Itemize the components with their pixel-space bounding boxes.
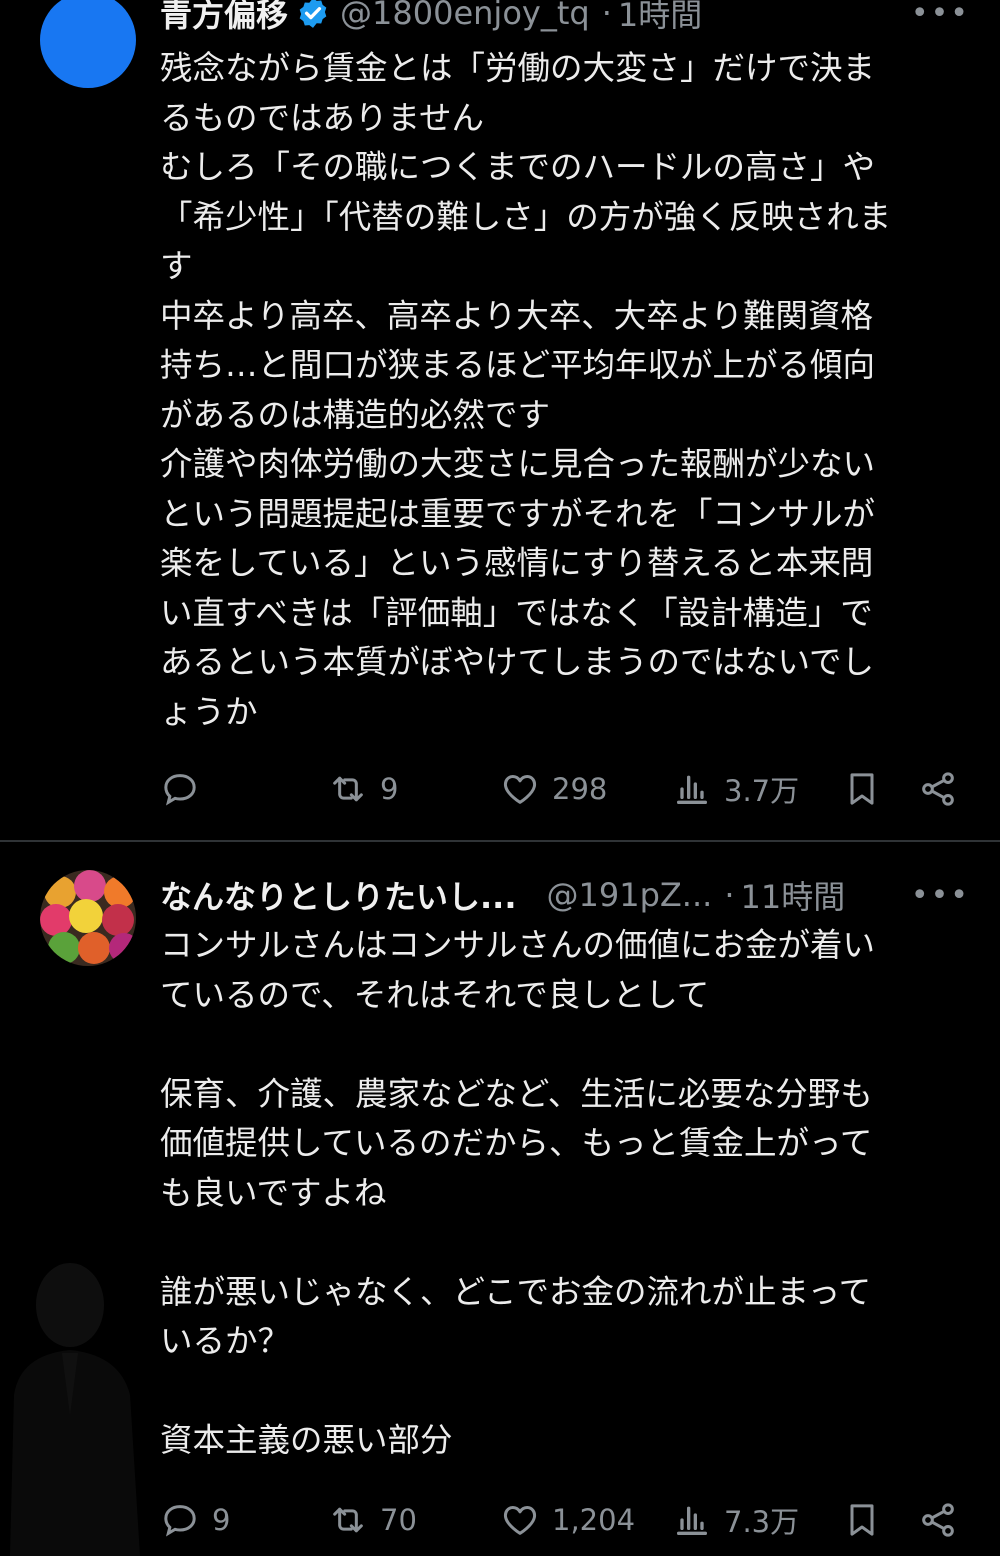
more-options-icon[interactable]: ••• — [911, 878, 970, 913]
tweet-header: 青方偏移 @1800enjoy_tq · 1時間 ••• — [160, 0, 970, 38]
text-line: 資本主義の悪い部分 — [160, 1421, 453, 1459]
text-line: も良いですよね — [160, 1173, 387, 1212]
share-button[interactable] — [918, 1498, 958, 1542]
text-line: コンサルさんはコンサルさんの価値にお金が着い — [160, 926, 876, 964]
text-line: 誰が悪いじゃなく、どこでお金の流れが止まって — [160, 1272, 872, 1311]
text-line: があるのは構造的必然です — [160, 395, 551, 434]
reply-icon — [164, 774, 196, 806]
reply-button[interactable] — [160, 767, 212, 811]
text-line: 中卒より高卒、高卒より大卒、大卒より難関資格 — [160, 296, 874, 335]
retweet-count: 9 — [380, 772, 399, 806]
separator-dot: · — [601, 0, 612, 32]
retweet-icon — [333, 776, 363, 802]
verified-badge-icon — [299, 0, 327, 28]
text-line: いるか？ — [160, 1322, 291, 1360]
timestamp[interactable]: 11時間 — [740, 872, 845, 918]
text-line: す — [160, 247, 193, 285]
bookmark-icon — [850, 773, 874, 805]
share-icon — [922, 772, 954, 806]
view-count: 7.3万 — [724, 1505, 800, 1539]
action-bar: 9 298 3.7万 — [160, 767, 960, 811]
background-figure-image — [10, 1263, 140, 1556]
text-line: あるという本質がぼやけてしまうのではないでし — [160, 643, 875, 681]
like-button[interactable]: 1,204 — [500, 1498, 635, 1542]
text-line: るものではありません — [160, 98, 485, 137]
share-icon — [922, 1503, 954, 1537]
view-count: 3.7万 — [724, 774, 800, 808]
heart-icon — [503, 1506, 537, 1535]
retweet-button[interactable]: 70 — [328, 1498, 417, 1542]
tweet-text: コンサルさんはコンサルさんの価値にお金が着い ているので、それはそれで良しとして… — [160, 921, 970, 1466]
timestamp[interactable]: 1時間 — [618, 0, 702, 36]
like-count: 1,204 — [552, 1503, 636, 1537]
action-bar: 9 70 1,204 7.3万 — [160, 1498, 960, 1542]
avatar[interactable] — [40, 870, 136, 966]
author-name[interactable]: 青方偏移 — [160, 0, 288, 36]
separator-dot: · — [724, 876, 735, 914]
avatar[interactable] — [40, 0, 136, 88]
tweet-divider — [0, 840, 1000, 842]
bookmark-button[interactable] — [842, 1498, 882, 1542]
reply-icon — [164, 1505, 196, 1537]
reply-button[interactable]: 9 — [160, 1498, 230, 1542]
author-name[interactable]: なんなりとしりたいし... — [160, 872, 516, 918]
bar-chart-icon — [677, 1506, 707, 1535]
like-button[interactable]: 298 — [500, 767, 607, 811]
text-line: 持ち…と間口が狭まるほど平均年収が上がる傾向 — [160, 346, 876, 384]
heart-icon — [503, 775, 537, 804]
tweet-text: 残念ながら賃金とは「労働の大変さ」だけで決ま るものではありません むしろ「その… — [160, 44, 970, 737]
views-button[interactable]: 7.3万 — [672, 1498, 799, 1542]
bookmark-button[interactable] — [842, 767, 882, 811]
text-line: ょうか — [160, 692, 258, 731]
more-options-icon[interactable]: ••• — [911, 0, 970, 31]
text-line: い直すべきは「評価軸」ではなく「設計構造」で — [160, 593, 873, 632]
text-line: 残念ながら賃金とは「労働の大変さ」だけで決ま — [160, 49, 876, 87]
author-handle[interactable]: @191pZ... — [546, 876, 712, 914]
text-line: ているので、それはそれで良しとして — [160, 975, 710, 1014]
like-count: 298 — [552, 772, 608, 806]
retweet-icon — [333, 1507, 363, 1533]
text-line: 「希少性」「代替の難しさ」の方が強く反映されま — [160, 197, 892, 236]
text-line: 保育、介護、農家などなど、生活に必要な分野も — [160, 1074, 873, 1113]
bar-chart-icon — [677, 775, 707, 804]
text-line: という問題提起は重要ですがそれを「コンサルが — [160, 494, 876, 533]
bookmark-icon — [850, 1504, 874, 1536]
retweet-count: 70 — [380, 1503, 417, 1537]
share-button[interactable] — [918, 767, 958, 811]
retweet-button[interactable]: 9 — [328, 767, 398, 811]
text-line: 楽をしている」という感情にすり替えると本来問 — [160, 544, 874, 582]
yarn-balls-image — [40, 870, 136, 966]
text-line: 介護や肉体労働の大変さに見合った報酬が少ない — [160, 445, 876, 483]
author-handle[interactable]: @1800enjoy_tq — [340, 0, 590, 32]
text-line: むしろ「その職につくまでのハードルの高さ」や — [160, 148, 876, 186]
reply-count: 9 — [212, 1503, 231, 1537]
tweet[interactable]: 青方偏移 @1800enjoy_tq · 1時間 ••• 残念ながら賃金とは「労… — [0, 0, 1000, 840]
tweet-header: なんなりとしりたいし... @191pZ... · 11時間 ••• — [160, 870, 970, 920]
text-line: 価値提供しているのだから、もっと賃金上がって — [160, 1124, 873, 1162]
views-button[interactable]: 3.7万 — [672, 767, 799, 811]
